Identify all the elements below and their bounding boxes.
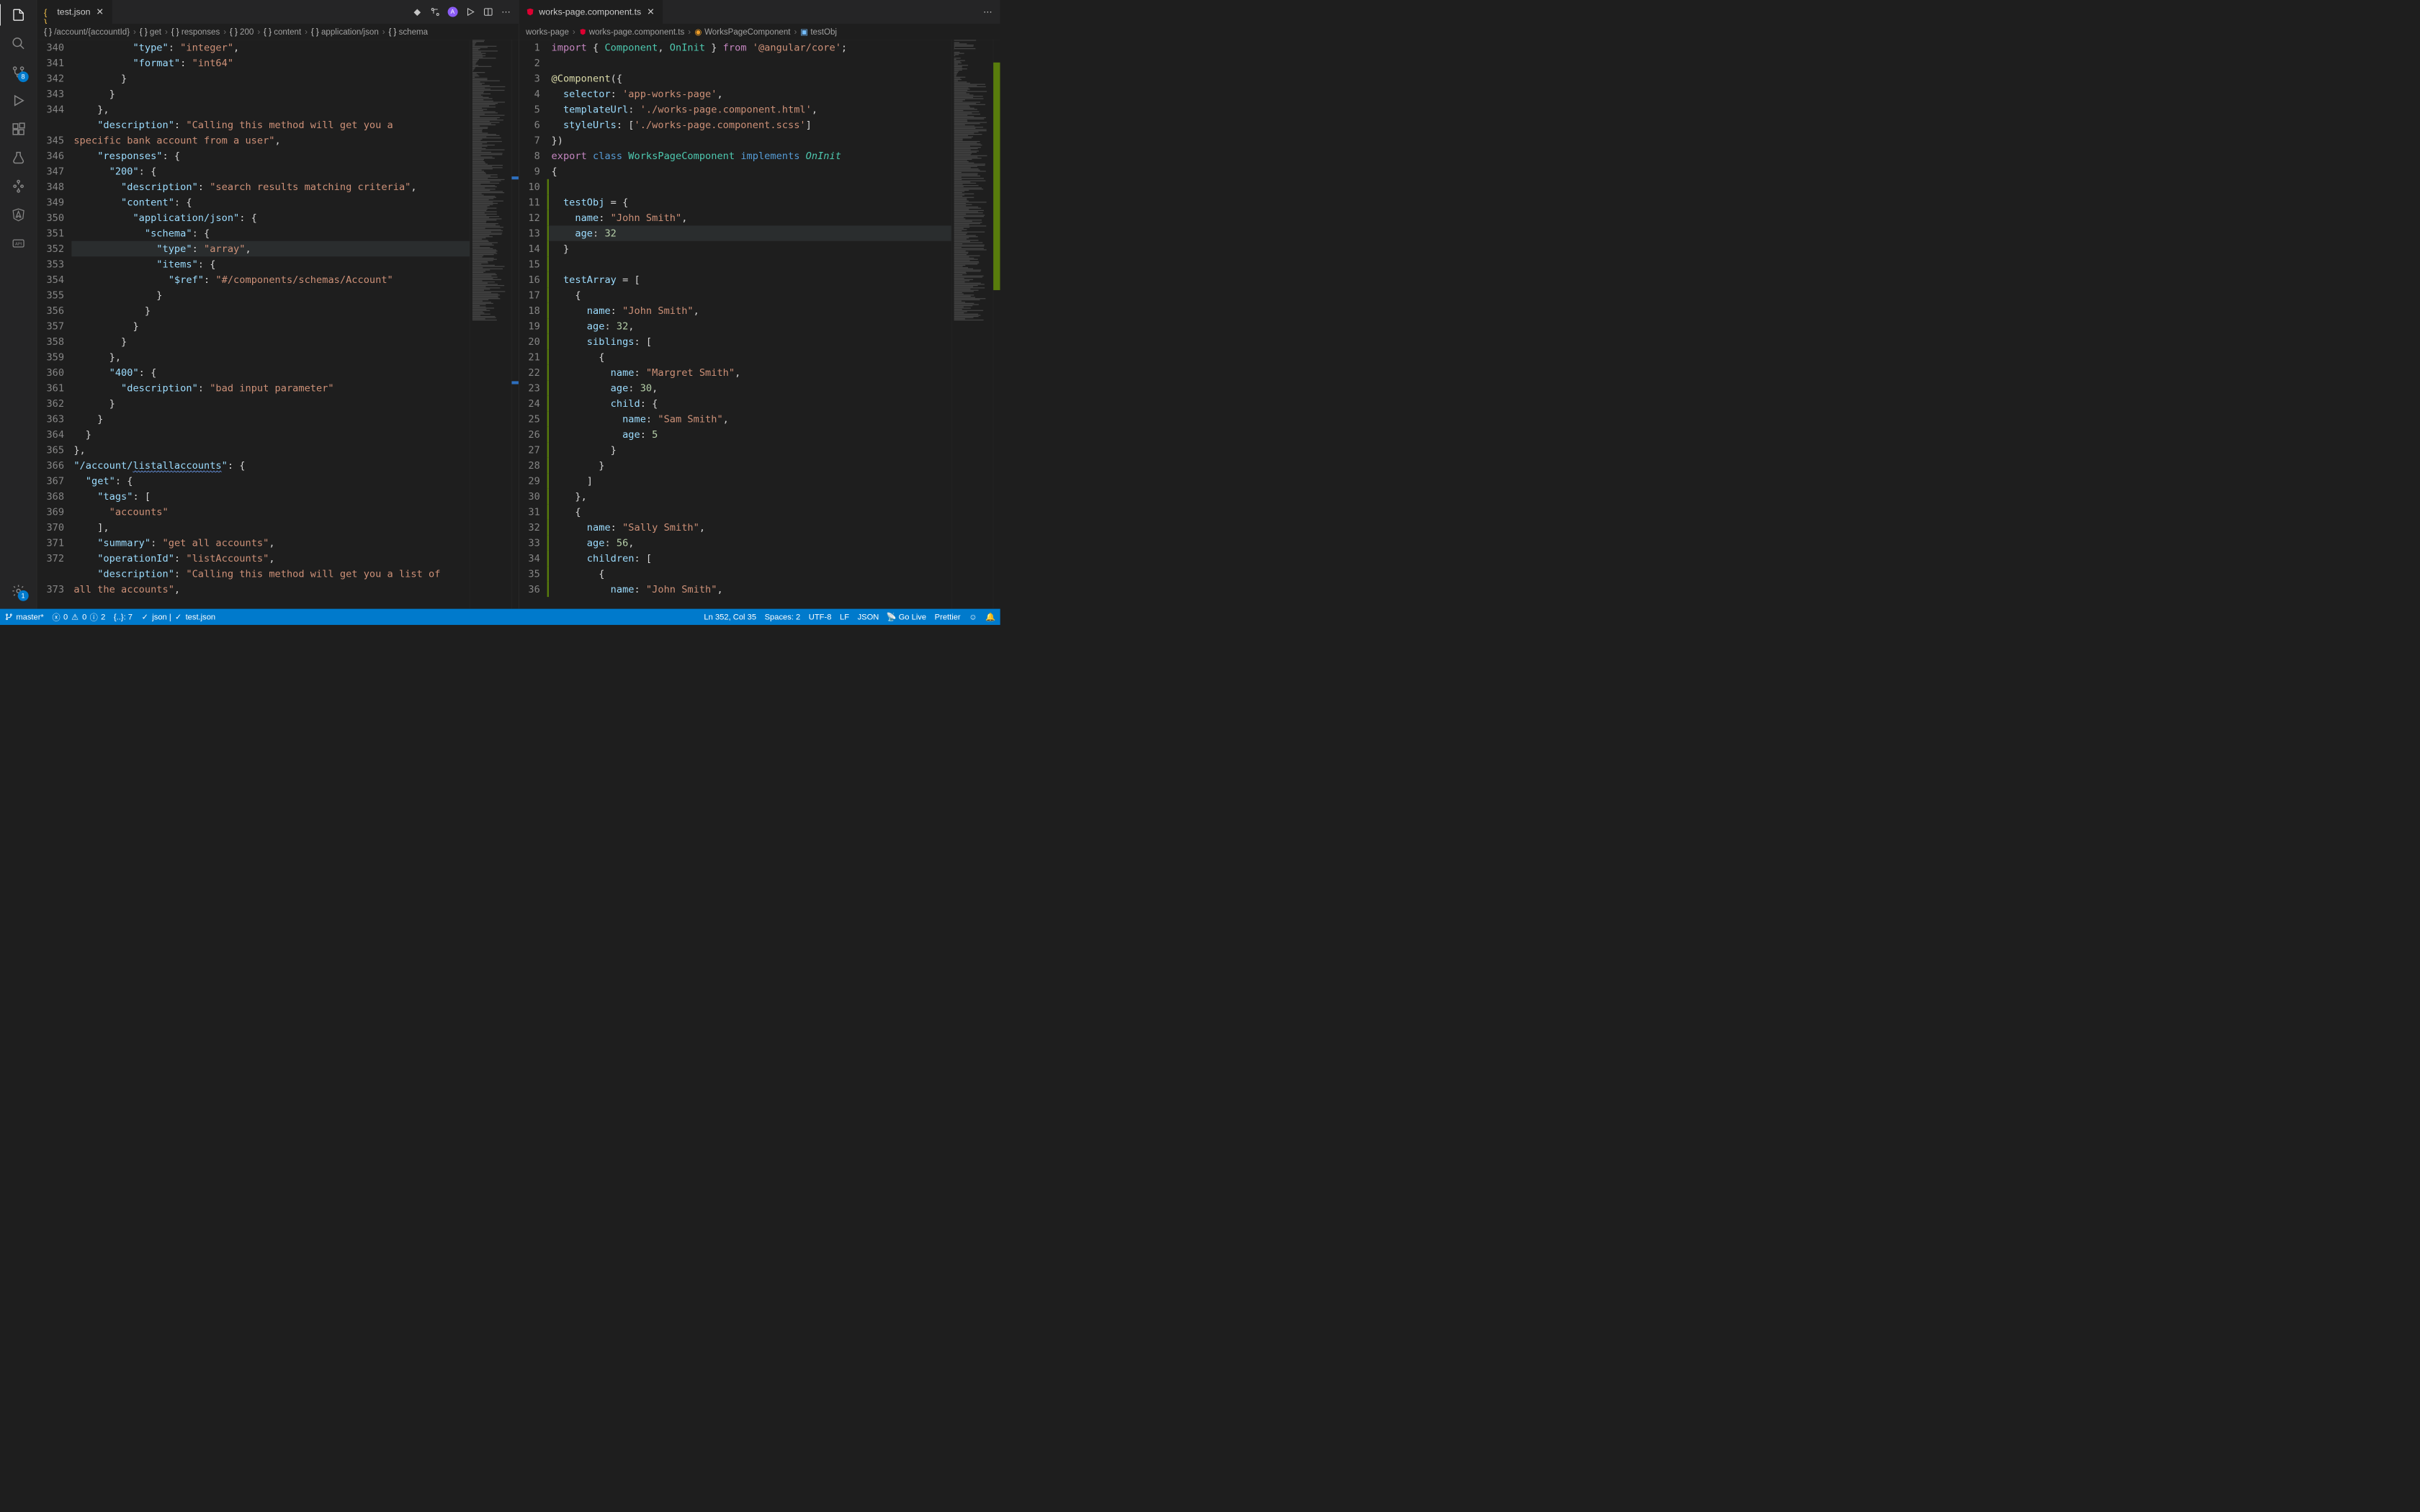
prettier[interactable]: Prettier bbox=[935, 612, 961, 621]
branch-name: master* bbox=[16, 612, 43, 621]
braces-icon: { } bbox=[311, 28, 319, 36]
close-icon[interactable]: ✕ bbox=[95, 7, 104, 17]
error-icon: ⓧ bbox=[52, 613, 60, 621]
extensions-icon[interactable] bbox=[9, 120, 27, 138]
statusbar: master* ⓧ0 ⚠0 ⓘ2 {..}: 7 ✓ json | ✓ test… bbox=[0, 609, 1000, 625]
line-gutter[interactable]: 1234567891011121314151617181920212223242… bbox=[519, 40, 547, 608]
line-gutter[interactable]: 3403413423433443453463473483493503513523… bbox=[37, 40, 71, 608]
go-live[interactable]: 📡 Go Live bbox=[887, 612, 926, 621]
source-control-icon[interactable]: 8 bbox=[9, 63, 27, 81]
bracket-indicator[interactable]: {..}: 7 bbox=[114, 612, 133, 621]
language-check[interactable]: ✓ json | ✓ test.json bbox=[141, 612, 216, 621]
editor-actions-right: ⋯ bbox=[975, 0, 1000, 24]
branch-icon bbox=[5, 613, 14, 621]
bc-item[interactable]: application/json bbox=[321, 27, 379, 36]
chevron-right-icon: › bbox=[794, 27, 797, 36]
angular-icon[interactable] bbox=[9, 206, 27, 224]
more-icon[interactable]: ⋯ bbox=[501, 6, 511, 17]
angular-file-icon bbox=[526, 8, 534, 17]
class-icon: ◉ bbox=[694, 28, 702, 36]
git-graph-icon[interactable] bbox=[9, 177, 27, 195]
bell-icon[interactable]: 🔔 bbox=[985, 612, 995, 621]
problems-indicator[interactable]: ⓧ0 ⚠0 ⓘ2 bbox=[52, 612, 105, 621]
language-mode[interactable]: JSON bbox=[858, 612, 879, 621]
bc-item[interactable]: testObj bbox=[810, 27, 837, 36]
warning-icon: ⚠ bbox=[71, 613, 79, 621]
settings-badge: 1 bbox=[18, 590, 29, 601]
avatar-icon[interactable]: A bbox=[447, 7, 457, 17]
editor-group-right: works-page.component.ts ✕ ⋯ works-page ›… bbox=[519, 0, 1000, 609]
json-file-icon: { } bbox=[44, 8, 53, 17]
editor-group-left: { } test.json ✕ ◆ A ⋯ { } /acc bbox=[37, 0, 519, 609]
diff-icon[interactable] bbox=[430, 6, 441, 17]
tab-label: works-page.component.ts bbox=[539, 7, 641, 17]
chevron-right-icon: › bbox=[382, 27, 385, 36]
scm-badge: 8 bbox=[18, 71, 29, 82]
code-content[interactable]: "type": "integer", "format": "int64" } }… bbox=[71, 40, 470, 608]
check-icon: ✓ bbox=[174, 613, 183, 621]
bc-item[interactable]: schema bbox=[399, 27, 429, 36]
overview-ruler[interactable] bbox=[993, 40, 1000, 608]
chevron-right-icon: › bbox=[223, 27, 226, 36]
branch-indicator[interactable]: master* bbox=[5, 612, 44, 621]
overview-ruler[interactable] bbox=[511, 40, 519, 608]
tabs-left: { } test.json ✕ ◆ A ⋯ bbox=[37, 0, 519, 24]
editor-body-right[interactable]: 1234567891011121314151617181920212223242… bbox=[519, 40, 1000, 608]
chevron-right-icon: › bbox=[257, 27, 260, 36]
chevron-right-icon: › bbox=[305, 27, 308, 36]
bc-item[interactable]: responses bbox=[182, 27, 220, 36]
bc-item[interactable]: works-page bbox=[526, 27, 569, 36]
api-icon[interactable]: API bbox=[9, 235, 27, 253]
braces-icon: { } bbox=[230, 28, 238, 36]
editor-actions-left: ◆ A ⋯ bbox=[405, 0, 519, 24]
explorer-icon[interactable] bbox=[9, 6, 27, 24]
braces-icon: { } bbox=[140, 28, 148, 36]
breadcrumb-right[interactable]: works-page › works-page.component.ts › ◉… bbox=[519, 24, 1000, 40]
activity-bar: 8 API 1 bbox=[0, 0, 37, 609]
search-icon[interactable] bbox=[9, 35, 27, 53]
bc-item[interactable]: works-page.component.ts bbox=[589, 27, 685, 36]
chevron-right-icon: › bbox=[133, 27, 136, 36]
braces-icon: { } bbox=[264, 28, 272, 36]
testing-icon[interactable] bbox=[9, 149, 27, 167]
breadcrumb-left[interactable]: { } /account/{accountId} › { } get › { }… bbox=[37, 24, 519, 40]
more-icon[interactable]: ⋯ bbox=[982, 6, 993, 17]
chevron-right-icon: › bbox=[573, 27, 575, 36]
settings-icon[interactable]: 1 bbox=[9, 582, 27, 600]
eol[interactable]: LF bbox=[840, 612, 849, 621]
broadcast-icon: 📡 bbox=[887, 613, 896, 621]
field-icon: ▣ bbox=[800, 28, 808, 36]
braces-icon: { } bbox=[389, 28, 397, 36]
minimap[interactable] bbox=[470, 40, 511, 608]
braces-icon: { } bbox=[44, 28, 52, 36]
info-icon: ⓘ bbox=[89, 613, 98, 621]
encoding[interactable]: UTF-8 bbox=[809, 612, 832, 621]
play-icon[interactable] bbox=[465, 6, 475, 17]
split-icon[interactable] bbox=[483, 6, 493, 17]
tab-works-page[interactable]: works-page.component.ts ✕ bbox=[519, 0, 663, 24]
feedback-icon[interactable]: ☺ bbox=[969, 612, 977, 621]
check-icon: ✓ bbox=[141, 613, 150, 621]
copilot-icon[interactable]: ◆ bbox=[412, 6, 423, 17]
run-debug-icon[interactable] bbox=[9, 91, 27, 109]
chevron-right-icon: › bbox=[688, 27, 691, 36]
angular-file-icon bbox=[579, 28, 587, 36]
tabs-right: works-page.component.ts ✕ ⋯ bbox=[519, 0, 1000, 24]
braces-icon: { } bbox=[171, 28, 179, 36]
tab-label: test.json bbox=[57, 7, 90, 17]
chevron-right-icon: › bbox=[165, 27, 168, 36]
svg-text:API: API bbox=[15, 243, 22, 247]
close-icon[interactable]: ✕ bbox=[646, 7, 655, 17]
tab-test-json[interactable]: { } test.json ✕ bbox=[37, 0, 112, 24]
bc-item[interactable]: content bbox=[274, 27, 301, 36]
minimap[interactable] bbox=[951, 40, 993, 608]
cursor-position[interactable]: Ln 352, Col 35 bbox=[704, 612, 756, 621]
indentation[interactable]: Spaces: 2 bbox=[765, 612, 801, 621]
bc-item[interactable]: 200 bbox=[240, 27, 254, 36]
bc-item[interactable]: /account/{accountId} bbox=[54, 27, 130, 36]
code-content[interactable]: import { Component, OnInit } from '@angu… bbox=[549, 40, 951, 608]
bc-item[interactable]: WorksPageComponent bbox=[704, 27, 790, 36]
bc-item[interactable]: get bbox=[150, 27, 161, 36]
editor-body-left[interactable]: 3403413423433443453463473483493503513523… bbox=[37, 40, 519, 608]
